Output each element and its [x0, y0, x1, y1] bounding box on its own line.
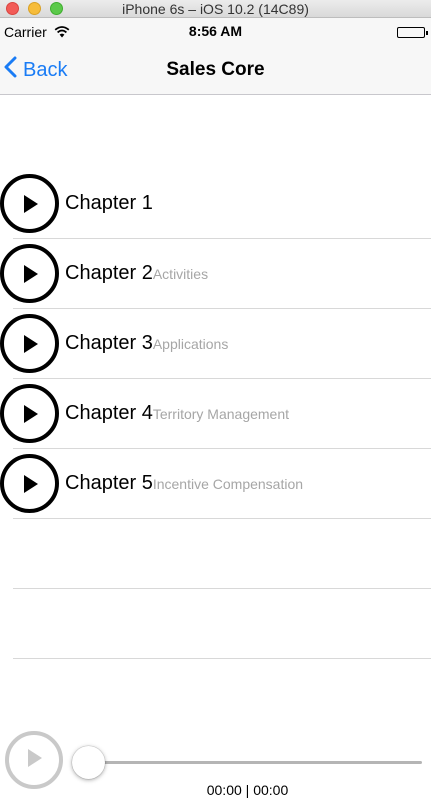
total-time: 00:00	[253, 782, 289, 798]
play-icon[interactable]	[0, 244, 59, 303]
chapter-row[interactable]: Chapter 1	[0, 169, 431, 239]
play-icon	[25, 748, 43, 773]
simulator-title-bar: iPhone 6s – iOS 10.2 (14C89)	[0, 0, 431, 18]
chapter-subtitle: Activities	[152, 266, 209, 282]
chapter-row[interactable]: Chapter 4Territory Management	[0, 379, 431, 449]
status-time: 8:56 AM	[188, 23, 243, 39]
play-icon[interactable]	[0, 174, 59, 233]
chapter-row[interactable]: Chapter 2Activities	[0, 239, 431, 309]
chapter-title: Chapter 1	[65, 192, 153, 214]
chapter-list: Chapter 1 Chapter 2Activities Chapter 3A…	[0, 169, 431, 659]
chapter-title: Chapter 5	[65, 472, 153, 494]
chapter-row[interactable]: Chapter 3Applications	[0, 309, 431, 379]
progress-slider-thumb[interactable]	[72, 746, 105, 779]
chapter-title: Chapter 2	[65, 262, 153, 284]
window-close-button[interactable]	[6, 2, 19, 15]
window-zoom-button[interactable]	[50, 2, 63, 15]
play-icon[interactable]	[0, 314, 59, 373]
page-title: Sales Core	[166, 59, 265, 80]
chapter-title: Chapter 3	[65, 332, 153, 354]
empty-row	[0, 519, 431, 589]
player-play-button[interactable]	[5, 731, 63, 789]
navigation-bar: Back Sales Core	[0, 46, 431, 95]
play-icon[interactable]	[0, 384, 59, 443]
elapsed-time: 00:00	[206, 782, 242, 798]
progress-track[interactable]	[100, 761, 422, 764]
simulator-title: iPhone 6s – iOS 10.2 (14C89)	[122, 1, 309, 17]
chapter-title: Chapter 4	[65, 402, 153, 424]
status-bar: Carrier 8:56 AM	[0, 18, 431, 46]
window-minimize-button[interactable]	[28, 2, 41, 15]
empty-row	[0, 589, 431, 659]
chapter-subtitle: Territory Management	[152, 406, 290, 422]
chapter-subtitle: Applications	[152, 336, 229, 352]
playback-time: 00:00 | 00:00	[206, 782, 289, 798]
chapter-row[interactable]: Chapter 5Incentive Compensation	[0, 449, 431, 519]
chapter-subtitle: Incentive Compensation	[152, 476, 304, 492]
battery-icon	[397, 27, 428, 38]
play-icon[interactable]	[0, 454, 59, 513]
